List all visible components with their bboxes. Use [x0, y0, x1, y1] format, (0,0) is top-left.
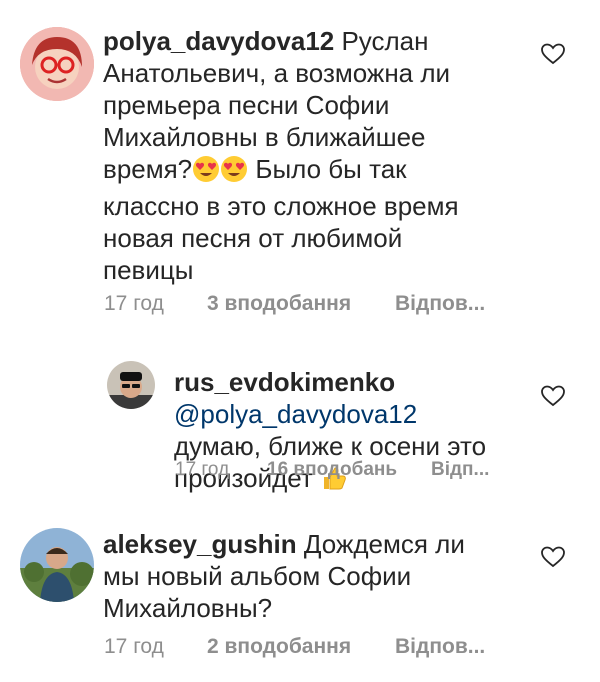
likes-count-button[interactable]: 16 вподобань: [267, 459, 397, 481]
avatar[interactable]: [20, 528, 94, 602]
heart-outline-icon[interactable]: [540, 384, 566, 408]
reply-button[interactable]: Відпов...: [395, 635, 485, 659]
heart-eyes-emoji: [192, 155, 220, 190]
comment-body: aleksey_gushin Дождемся ли мы новый альб…: [103, 528, 493, 624]
mention-link[interactable]: @polya_davydova12: [174, 399, 417, 429]
avatar[interactable]: [20, 27, 94, 101]
comment-username[interactable]: aleksey_gushin: [103, 529, 297, 559]
comment-username[interactable]: rus_evdokimenko: [174, 367, 395, 397]
comment-body: polya_davydova12 Руслан Анатольевич, а в…: [103, 25, 493, 286]
heart-outline-icon[interactable]: [540, 545, 566, 569]
comment-timestamp: 17 год: [104, 292, 164, 315]
comment-username[interactable]: polya_davydova12: [103, 26, 334, 56]
comment-meta: 17 год 2 вподобання Відпов...: [104, 635, 504, 661]
likes-count-button[interactable]: 2 вподобання: [207, 635, 351, 659]
reply-button[interactable]: Відп...: [431, 459, 489, 481]
heart-eyes-emoji: [220, 155, 248, 190]
avatar[interactable]: [107, 361, 155, 409]
comment-timestamp: 17 год: [175, 459, 230, 480]
comment-meta: 17 год 3 вподобання Відпов...: [104, 292, 504, 318]
comment-timestamp: 17 год: [104, 635, 164, 658]
heart-outline-icon[interactable]: [540, 42, 566, 66]
likes-count-button[interactable]: 3 вподобання: [207, 292, 351, 316]
comment-meta: 17 год 16 вподобань Відп...: [175, 459, 495, 483]
reply-button[interactable]: Відпов...: [395, 292, 485, 316]
